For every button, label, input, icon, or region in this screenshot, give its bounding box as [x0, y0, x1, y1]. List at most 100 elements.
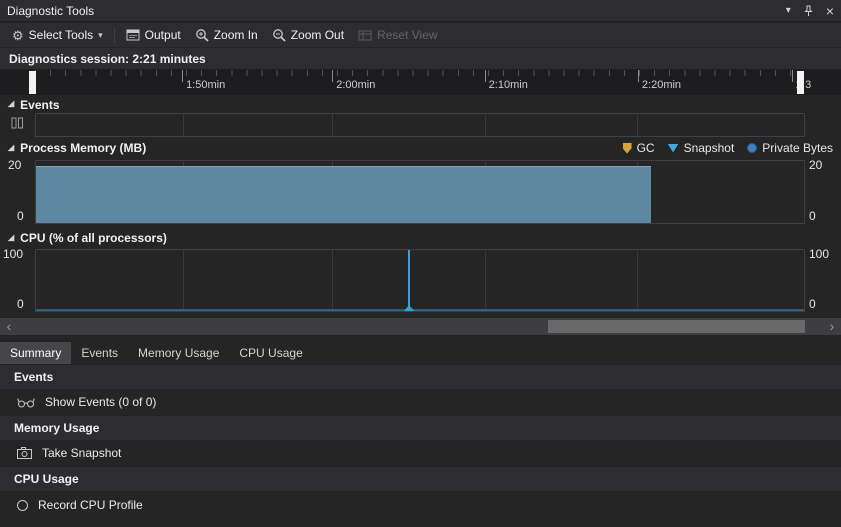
tick-label: 2:20min [641, 79, 682, 91]
window-position-chevron-icon[interactable]: ▾ [786, 5, 791, 16]
scroll-left-icon[interactable]: ‹ [0, 318, 18, 335]
horizontal-scrollbar[interactable]: ‹ › [0, 318, 841, 335]
record-cpu-profile-label: Record CPU Profile [38, 498, 143, 512]
gridline [484, 250, 486, 311]
timeline-right-handle[interactable] [797, 71, 804, 94]
gridline [637, 114, 639, 136]
private-bytes-label: Private Bytes [762, 141, 833, 155]
snapshot-marker-icon [667, 143, 679, 153]
tab-summary[interactable]: Summary [0, 342, 72, 364]
cpu-section-header[interactable]: ◢ CPU (% of all processors) [0, 230, 167, 246]
scrollbar-track[interactable] [18, 318, 823, 335]
legend-snapshot: Snapshot [667, 141, 735, 155]
close-icon[interactable]: × [826, 4, 834, 18]
major-tick [332, 70, 334, 82]
reset-view-button[interactable]: Reset View [351, 26, 444, 44]
zoom-in-icon [195, 28, 209, 42]
chevron-down-icon: ▾ [98, 29, 103, 40]
output-label: Output [144, 28, 181, 42]
gridline [332, 250, 334, 311]
major-tick [791, 70, 793, 82]
detail-tabs: Summary Events Memory Usage CPU Usage [0, 342, 841, 364]
cpu-ymin-left: 0 [17, 297, 24, 311]
session-bar: Diagnostics session: 2:21 minutes [0, 48, 841, 70]
output-icon [126, 29, 140, 41]
major-tick [182, 70, 184, 82]
private-bytes-marker-icon [747, 143, 758, 153]
diagnostic-tools-window: Diagnostic Tools ▾ × ⚙ Select Tools ▾ Ou… [0, 0, 841, 527]
ruler-track: 1:50min 2:00min 2:10min 2:20min 2:3 [35, 70, 811, 95]
toolbar-separator [113, 27, 115, 43]
events-section-header[interactable]: ◢ Events [0, 97, 60, 112]
memory-chart[interactable] [35, 160, 805, 224]
zoom-out-label: Zoom Out [290, 28, 345, 42]
zoom-in-label: Zoom In [213, 28, 258, 42]
memory-section-label: Process Memory (MB) [20, 141, 147, 155]
titlebar: Diagnostic Tools ▾ × [0, 0, 841, 22]
cpu-ymin-right: 0 [809, 297, 816, 311]
memory-area-fill [36, 165, 652, 223]
tab-events[interactable]: Events [71, 342, 128, 364]
cpu-ymax-left: 100 [3, 247, 24, 261]
glasses-icon [17, 397, 35, 408]
gear-icon: ⚙ [12, 27, 24, 43]
toolbar: ⚙ Select Tools ▾ Output Zoom In Zoom Out… [0, 23, 841, 48]
reset-view-icon [358, 29, 372, 42]
tab-memory-usage[interactable]: Memory Usage [128, 342, 229, 364]
reset-view-label: Reset View [377, 28, 438, 42]
tick-label: 2:00min [336, 79, 376, 91]
record-cpu-profile-link[interactable]: Record CPU Profile [0, 491, 841, 519]
cpu-ymax-right: 100 [809, 247, 830, 261]
legend-gc: GC [622, 141, 655, 155]
gc-marker-icon [622, 142, 632, 154]
zoom-out-button[interactable]: Zoom Out [265, 26, 351, 44]
tick-label: 1:50min [186, 79, 226, 91]
output-button[interactable]: Output [119, 26, 188, 44]
show-events-link[interactable]: Show Events (0 of 0) [0, 389, 841, 415]
cpu-spike [407, 250, 410, 311]
summary-memory-header-label: Memory Usage [14, 421, 100, 435]
summary-cpu-header: CPU Usage [0, 466, 841, 491]
memory-ymin-left: 0 [17, 209, 24, 223]
session-text: Diagnostics session: 2:21 minutes [9, 51, 206, 66]
events-section-label: Events [20, 97, 60, 112]
scrollbar-thumb[interactable] [547, 320, 806, 333]
cpu-baseline [36, 309, 804, 311]
gridline [182, 114, 184, 136]
snapshot-label: Snapshot [683, 141, 735, 155]
record-icon [17, 499, 28, 511]
events-track-icon [11, 117, 24, 129]
summary-events-header-label: Events [14, 370, 54, 384]
events-track[interactable] [35, 113, 805, 137]
zoom-in-button[interactable]: Zoom In [188, 26, 265, 44]
gridline [484, 114, 486, 136]
collapse-triangle-icon: ◢ [8, 232, 15, 242]
memory-section-header[interactable]: ◢ Process Memory (MB) [0, 140, 146, 156]
pin-icon[interactable] [803, 5, 814, 17]
major-tick [637, 70, 639, 82]
show-events-label: Show Events (0 of 0) [45, 395, 157, 409]
cpu-section-label: CPU (% of all processors) [20, 231, 167, 245]
memory-legend: GC Snapshot Private Bytes [622, 141, 833, 155]
summary-memory-header: Memory Usage [0, 415, 841, 440]
cpu-spike-marker-icon [403, 305, 414, 311]
memory-ymax-left: 20 [8, 158, 22, 172]
gc-label: GC [636, 141, 655, 155]
gridline [332, 114, 334, 136]
major-tick [484, 70, 486, 82]
tick-label: 2:10min [488, 79, 528, 91]
legend-private-bytes: Private Bytes [747, 141, 833, 155]
gridline [182, 250, 184, 311]
gridline [637, 250, 639, 311]
memory-ymin-right: 0 [809, 209, 816, 223]
timeline-left-handle[interactable] [29, 71, 36, 94]
select-tools-button[interactable]: ⚙ Select Tools ▾ [5, 26, 110, 44]
memory-ymax-right: 20 [809, 158, 823, 172]
tab-cpu-usage[interactable]: CPU Usage [229, 342, 312, 364]
window-title: Diagnostic Tools [7, 3, 95, 18]
cpu-chart[interactable] [35, 249, 805, 312]
scroll-right-icon[interactable]: › [823, 318, 841, 335]
timeline-ruler[interactable]: 1:50min 2:00min 2:10min 2:20min 2:3 [0, 70, 841, 95]
minor-ticks [35, 70, 805, 76]
take-snapshot-link[interactable]: Take Snapshot [0, 440, 841, 466]
